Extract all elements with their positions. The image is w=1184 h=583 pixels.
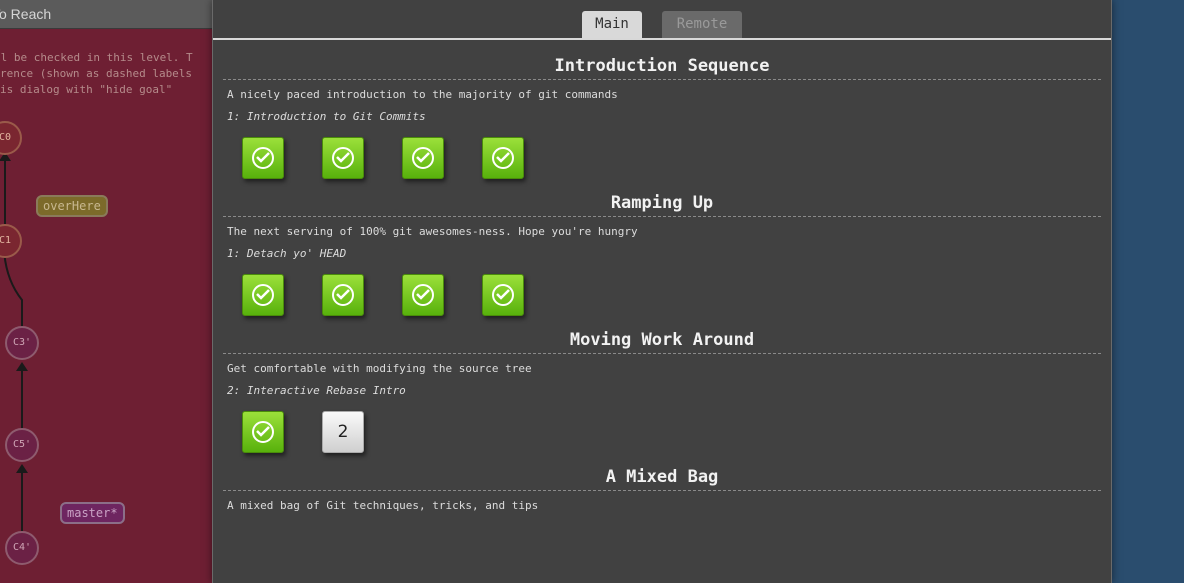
edge-arrow — [16, 464, 28, 473]
section-title: A Mixed Bag — [223, 464, 1101, 491]
level-button[interactable] — [482, 274, 524, 316]
commit-node-c5[interactable]: C5' — [5, 428, 39, 462]
edge-arrow — [16, 362, 28, 371]
checkmark-icon — [412, 147, 434, 169]
section-subtitle: 1: Detach yo' HEAD — [227, 247, 347, 260]
level-button[interactable] — [322, 137, 364, 179]
commit-node-c3[interactable]: C3' — [5, 326, 39, 360]
section-subtitle: 1: Introduction to Git Commits — [227, 110, 426, 123]
section-title: Introduction Sequence — [223, 53, 1101, 80]
section-subtitle: 2: Interactive Rebase Intro — [227, 384, 406, 397]
section-title: Moving Work Around — [223, 327, 1101, 354]
section-ramping-up: Ramping Up The next serving of 100% git … — [213, 190, 1111, 327]
goal-description: ll be checked in this level. T rence (sh… — [0, 51, 193, 96]
branch-label-overhere[interactable]: overHere — [36, 195, 108, 217]
section-a-mixed-bag: A Mixed Bag A mixed bag of Git technique… — [213, 464, 1111, 519]
commit-edge — [21, 472, 23, 532]
commit-node-c0[interactable]: C0 — [0, 121, 22, 155]
checkmark-icon — [492, 284, 514, 306]
tab-main[interactable]: Main — [582, 11, 642, 38]
section-description: The next serving of 100% git awesomes-ne… — [227, 225, 638, 238]
section-description: A mixed bag of Git techniques, tricks, a… — [227, 499, 539, 512]
level-button[interactable]: 2 — [322, 411, 364, 453]
level-grid — [213, 265, 1111, 327]
level-button[interactable] — [322, 274, 364, 316]
level-button[interactable] — [242, 411, 284, 453]
goal-header: To Reach — [0, 0, 212, 29]
level-button[interactable] — [242, 137, 284, 179]
commit-edge — [4, 152, 6, 224]
level-grid — [213, 128, 1111, 190]
checkmark-icon — [332, 284, 354, 306]
commit-edge — [21, 370, 23, 430]
commit-edge-curve — [3, 250, 23, 328]
section-description: Get comfortable with modifying the sourc… — [227, 362, 532, 375]
branch-label-master[interactable]: master* — [60, 502, 125, 524]
level-select-dialog: Main Remote Introduction Sequence A nice… — [212, 0, 1112, 583]
tab-bar: Main Remote — [213, 0, 1111, 40]
level-grid: 2 — [213, 402, 1111, 464]
section-title: Ramping Up — [223, 190, 1101, 217]
section-description: A nicely paced introduction to the major… — [227, 88, 618, 101]
goal-visualization: To Reach ll be checked in this level. T … — [0, 0, 212, 583]
commit-node-c4[interactable]: C4' — [5, 531, 39, 565]
tab-remote[interactable]: Remote — [662, 11, 742, 38]
section-introduction-sequence: Introduction Sequence A nicely paced int… — [213, 53, 1111, 190]
checkmark-icon — [252, 421, 274, 443]
level-button[interactable] — [242, 274, 284, 316]
checkmark-icon — [332, 147, 354, 169]
level-button[interactable] — [482, 137, 524, 179]
checkmark-icon — [252, 284, 274, 306]
level-button[interactable] — [402, 274, 444, 316]
checkmark-icon — [492, 147, 514, 169]
section-moving-work-around: Moving Work Around Get comfortable with … — [213, 327, 1111, 464]
checkmark-icon — [412, 284, 434, 306]
checkmark-icon — [252, 147, 274, 169]
level-button[interactable] — [402, 137, 444, 179]
